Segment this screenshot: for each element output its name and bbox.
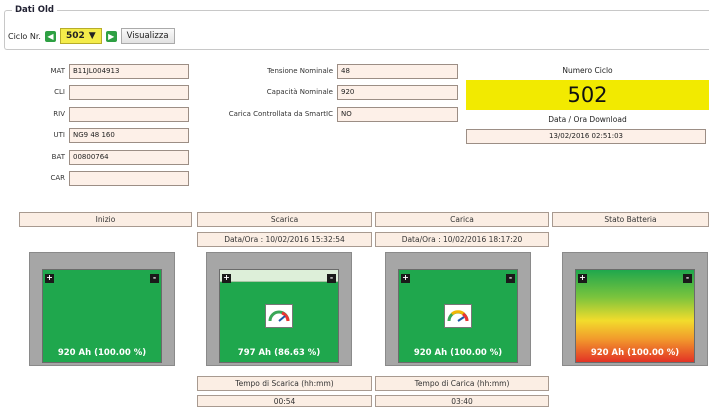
battery-label: 920 Ah (100.00 %) [590, 348, 680, 358]
section-header-carica: Carica [375, 212, 549, 227]
minus-terminal-icon: - [150, 274, 159, 283]
cycle-toolbar: Ciclo Nr. ◀ 502 ▼ ▶ Visualizza [8, 28, 175, 44]
identity-label: CAR [50, 174, 65, 182]
numero-ciclo-value: 502 [466, 80, 709, 110]
battery-stato: + - 920 Ah (100.00 %) [575, 269, 695, 363]
scarica-datetime: Data/Ora : 10/02/2016 15:32:54 [197, 232, 372, 247]
cycle-select-value: 502 [65, 31, 85, 41]
visualizza-button[interactable]: Visualizza [120, 28, 175, 44]
group-legend: Dati Old [12, 5, 57, 15]
identity-label: RIV [53, 110, 65, 118]
spec-label: Tensione Nominale [267, 67, 333, 75]
download-label: Data / Ora Download [548, 115, 627, 124]
plus-terminal-icon: + [578, 273, 587, 283]
battery-tile-scarica: + - 797 Ah (86.63 %) [206, 252, 352, 366]
chevron-down-icon: ▼ [88, 31, 96, 41]
identity-field-mat[interactable]: B11JL004913 [69, 64, 189, 79]
identity-label: MAT [50, 67, 65, 75]
battery-tile-stato: + - 920 Ah (100.00 %) [562, 252, 708, 366]
section-header-inizio: Inizio [19, 212, 192, 227]
spec-label: Capacità Nominale [266, 88, 333, 96]
minus-terminal-icon: - [506, 274, 515, 283]
battery-inizio: + - 920 Ah (100.00 %) [42, 269, 162, 363]
cycle-select[interactable]: 502 ▼ [59, 28, 102, 44]
spec-field-tensione[interactable]: 48 [337, 64, 458, 79]
identity-field-car[interactable] [69, 171, 189, 186]
identity-field-riv[interactable] [69, 107, 189, 122]
spec-label: Carica Controllata da SmartIC [228, 110, 333, 118]
identity-field-uti[interactable]: NG9 48 160 [69, 128, 189, 143]
battery-tile-carica: + - 920 Ah (100.00 %) [385, 252, 531, 366]
download-value: 13/02/2016 02:51:03 [466, 129, 706, 144]
plus-terminal-icon: + [222, 273, 231, 283]
battery-label: 920 Ah (100.00 %) [57, 348, 147, 358]
spec-field-smartic[interactable]: NO [337, 107, 458, 122]
battery-carica: + - 920 Ah (100.00 %) [398, 269, 518, 363]
identity-label: UTI [53, 131, 65, 139]
carica-time-value: 03:40 [375, 395, 549, 407]
gauge-icon [444, 304, 472, 328]
minus-terminal-icon: - [327, 274, 336, 283]
carica-datetime: Data/Ora : 10/02/2016 18:17:20 [375, 232, 549, 247]
numero-ciclo-label: Numero Ciclo [562, 66, 613, 75]
carica-time-label: Tempo di Carica (hh:mm) [375, 376, 549, 391]
gauge-icon [265, 304, 293, 328]
scarica-time-value: 00:54 [197, 395, 372, 407]
prev-arrow-icon[interactable]: ◀ [44, 30, 56, 42]
next-arrow-icon[interactable]: ▶ [105, 30, 117, 42]
identity-field-bat[interactable]: 00800764 [69, 150, 189, 165]
plus-terminal-icon: + [401, 273, 410, 283]
cycle-label: Ciclo Nr. [8, 31, 41, 41]
section-header-scarica: Scarica [197, 212, 372, 227]
spec-field-capacita[interactable]: 920 [337, 85, 458, 100]
battery-scarica: + - 797 Ah (86.63 %) [219, 269, 339, 363]
battery-tile-inizio: + - 920 Ah (100.00 %) [29, 252, 175, 366]
identity-label: CLI [54, 88, 65, 96]
identity-field-cli[interactable] [69, 85, 189, 100]
plus-terminal-icon: + [45, 273, 54, 283]
battery-label: 920 Ah (100.00 %) [413, 348, 503, 358]
identity-label: BAT [51, 153, 65, 161]
discharge-level-band [220, 270, 338, 283]
scarica-time-label: Tempo di Scarica (hh:mm) [197, 376, 372, 391]
minus-terminal-icon: - [683, 274, 692, 283]
battery-label: 797 Ah (86.63 %) [237, 348, 321, 358]
section-header-stato: Stato Batteria [552, 212, 709, 227]
